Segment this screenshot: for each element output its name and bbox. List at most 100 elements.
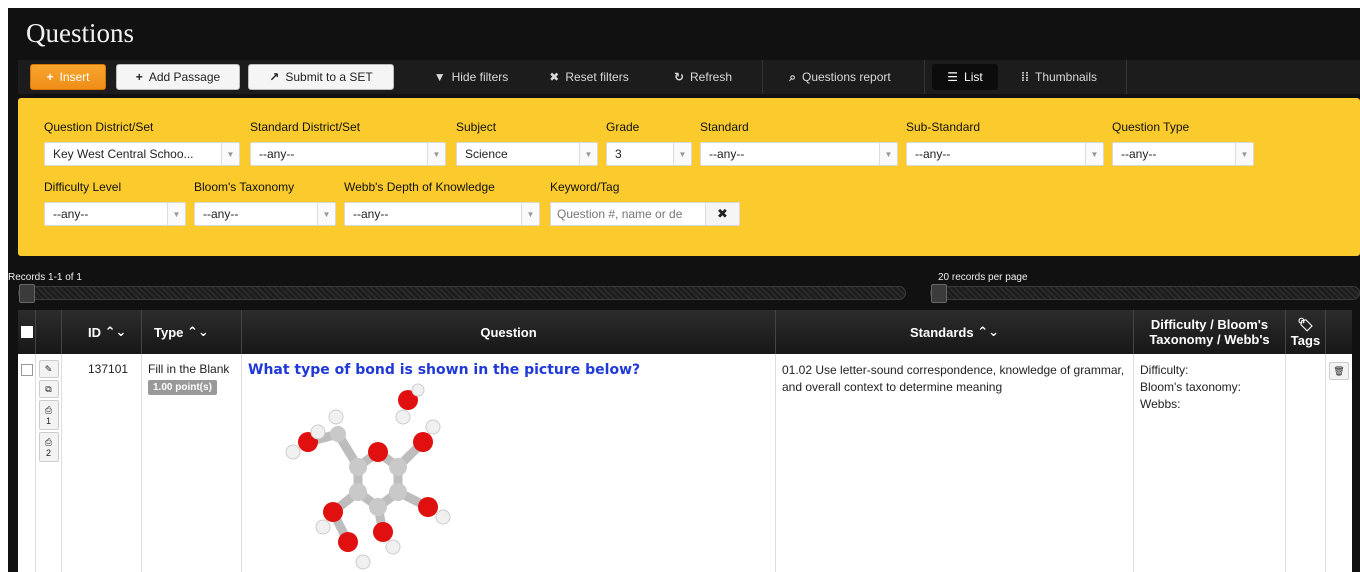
toolbar-divider: [762, 60, 763, 94]
close-icon: ✖: [549, 70, 560, 84]
difficulty-label: Difficulty Level: [44, 180, 122, 194]
keyword-label: Keyword/Tag: [550, 180, 620, 194]
type-column-header[interactable]: Type ⌃⌄: [142, 310, 242, 354]
id-cell: 137101: [62, 354, 142, 572]
chevron-down-icon: ▼: [1235, 143, 1253, 165]
tags-column-header: 🏷 Tags: [1286, 310, 1326, 354]
copy-icon: ⧉: [45, 383, 52, 394]
select-all-checkbox-cell: [18, 310, 36, 354]
print-icon: ⎙: [44, 436, 53, 447]
difficulty-text: Difficulty:: [1140, 363, 1189, 377]
thumbnails-view-tab[interactable]: ⁞⁞ Thumbnails: [1004, 64, 1114, 90]
questions-table: ID ⌃⌄ Type ⌃⌄ Question Standards ⌃⌄ Diff…: [18, 310, 1352, 572]
grade-select[interactable]: 3 ▼: [606, 142, 692, 166]
id-column-header[interactable]: ID ⌃⌄: [62, 310, 142, 354]
toolbar-divider: [924, 60, 925, 94]
question-type-select[interactable]: --any-- ▼: [1112, 142, 1254, 166]
close-icon: ✖: [717, 206, 728, 221]
chevron-down-icon: ▼: [427, 143, 445, 165]
records-count: Records 1-1 of 1: [8, 272, 82, 283]
list-view-tab[interactable]: ☰ List: [932, 64, 998, 90]
delete-button[interactable]: 🗑: [1329, 362, 1349, 380]
difficulty-column-header: Difficulty / Bloom's Taxonomy / Webb's: [1134, 310, 1286, 354]
standards-column-header[interactable]: Standards ⌃⌄: [776, 310, 1134, 354]
print-button-2[interactable]: ⎙ 2: [38, 432, 59, 462]
reset-filters-button[interactable]: ✖ Reset filters: [534, 64, 644, 90]
chevron-down-icon: ▼: [673, 143, 691, 165]
pencil-icon: ✎: [44, 363, 53, 374]
chevron-down-icon: ▼: [167, 203, 185, 225]
grid-icon: ⁞⁞: [1020, 70, 1029, 84]
chevron-down-icon: ▼: [579, 143, 597, 165]
submit-to-set-button[interactable]: ↗ Submit to a SET: [248, 64, 394, 90]
list-icon: ☰: [947, 70, 959, 84]
sort-icon: ⌃⌄: [187, 324, 209, 339]
webbs-label: Webb's Depth of Knowledge: [344, 180, 495, 194]
select-all-checkbox[interactable]: [20, 326, 33, 338]
chevron-down-icon: ▼: [1085, 143, 1103, 165]
row-checkbox-cell: [18, 354, 36, 572]
question-text: What type of bond is shown in the pictur…: [248, 362, 641, 378]
difficulty-select[interactable]: --any-- ▼: [44, 202, 186, 226]
grade-label: Grade: [606, 120, 640, 134]
blooms-select[interactable]: --any-- ▼: [194, 202, 336, 226]
refresh-icon: ↻: [673, 70, 685, 84]
chevron-down-icon: ▼: [521, 203, 539, 225]
question-district-select[interactable]: Key West Central Schoo... ▼: [44, 142, 240, 166]
substandard-label: Sub-Standard: [906, 120, 981, 134]
edit-button[interactable]: ✎: [38, 360, 59, 378]
insert-button[interactable]: + Insert: [30, 64, 106, 90]
subject-select[interactable]: Science ▼: [456, 142, 598, 166]
standards-cell: 01.02 Use letter-sound correspondence, k…: [776, 354, 1134, 572]
actions-header: [36, 310, 62, 354]
questions-report-button[interactable]: ⌕ Questions report: [770, 64, 910, 90]
keyword-field: ✖: [550, 202, 740, 226]
search-icon: ⌕: [789, 69, 796, 84]
substandard-select[interactable]: --any-- ▼: [906, 142, 1104, 166]
row-actions-cell: ✎ ⧉ ⎙ 1 ⎙ 2: [36, 354, 62, 572]
chevron-down-icon: ▼: [317, 203, 335, 225]
records-slider-handle[interactable]: [19, 284, 35, 303]
share-icon: ↗: [269, 70, 280, 84]
sort-icon: ⌃⌄: [977, 324, 999, 339]
standard-district-label: Standard District/Set: [250, 120, 361, 134]
sort-icon: ⌃⌄: [104, 324, 127, 339]
print-button-1[interactable]: ⎙ 1: [38, 400, 59, 430]
clear-keyword-button[interactable]: ✖: [705, 203, 739, 225]
webbs-text: Webbs:: [1140, 396, 1181, 411]
webbs-select[interactable]: --any-- ▼: [344, 202, 540, 226]
chevron-down-icon: ▼: [879, 143, 897, 165]
page-title: Questions: [26, 18, 134, 48]
add-passage-button[interactable]: + Add Passage: [116, 64, 240, 90]
plus-icon: +: [135, 70, 143, 84]
row-checkbox[interactable]: [21, 364, 33, 376]
question-cell: What type of bond is shown in the pictur…: [242, 354, 776, 572]
toolbar-divider: [1126, 60, 1127, 94]
trash-icon: 🗑: [1333, 365, 1345, 376]
question-column-header: Question: [242, 310, 776, 354]
standard-label: Standard: [700, 120, 749, 134]
standard-select[interactable]: --any-- ▼: [700, 142, 898, 166]
question-type-text: Fill in the Blank: [148, 362, 230, 376]
plus-icon: +: [46, 70, 54, 84]
copy-button[interactable]: ⧉: [38, 380, 59, 398]
blooms-text: Bloom's taxonomy:: [1140, 379, 1241, 394]
refresh-button[interactable]: ↻ Refresh: [658, 64, 748, 90]
keyword-input[interactable]: [551, 203, 705, 225]
per-page-slider[interactable]: [930, 284, 1360, 303]
hide-filters-button[interactable]: ▼ Hide filters: [418, 64, 524, 90]
table-header: ID ⌃⌄ Type ⌃⌄ Question Standards ⌃⌄ Diff…: [18, 310, 1352, 354]
question-type-label: Question Type: [1112, 120, 1190, 134]
filter-icon: ▼: [433, 70, 446, 84]
points-badge: 1.00 point(s): [148, 380, 217, 395]
type-cell: Fill in the Blank 1.00 point(s): [142, 354, 242, 572]
records-slider[interactable]: [18, 284, 906, 303]
subject-label: Subject: [456, 120, 497, 134]
question-district-label: Question District/Set: [44, 120, 154, 134]
tag-icon: 🏷: [1297, 316, 1314, 332]
blooms-label: Bloom's Taxonomy: [194, 180, 295, 194]
difficulty-cell: Difficulty: Bloom's taxonomy: Webbs:: [1134, 354, 1286, 572]
per-page-slider-handle[interactable]: [931, 284, 947, 303]
standard-district-select[interactable]: --any-- ▼: [250, 142, 446, 166]
molecule-image: [248, 382, 468, 572]
